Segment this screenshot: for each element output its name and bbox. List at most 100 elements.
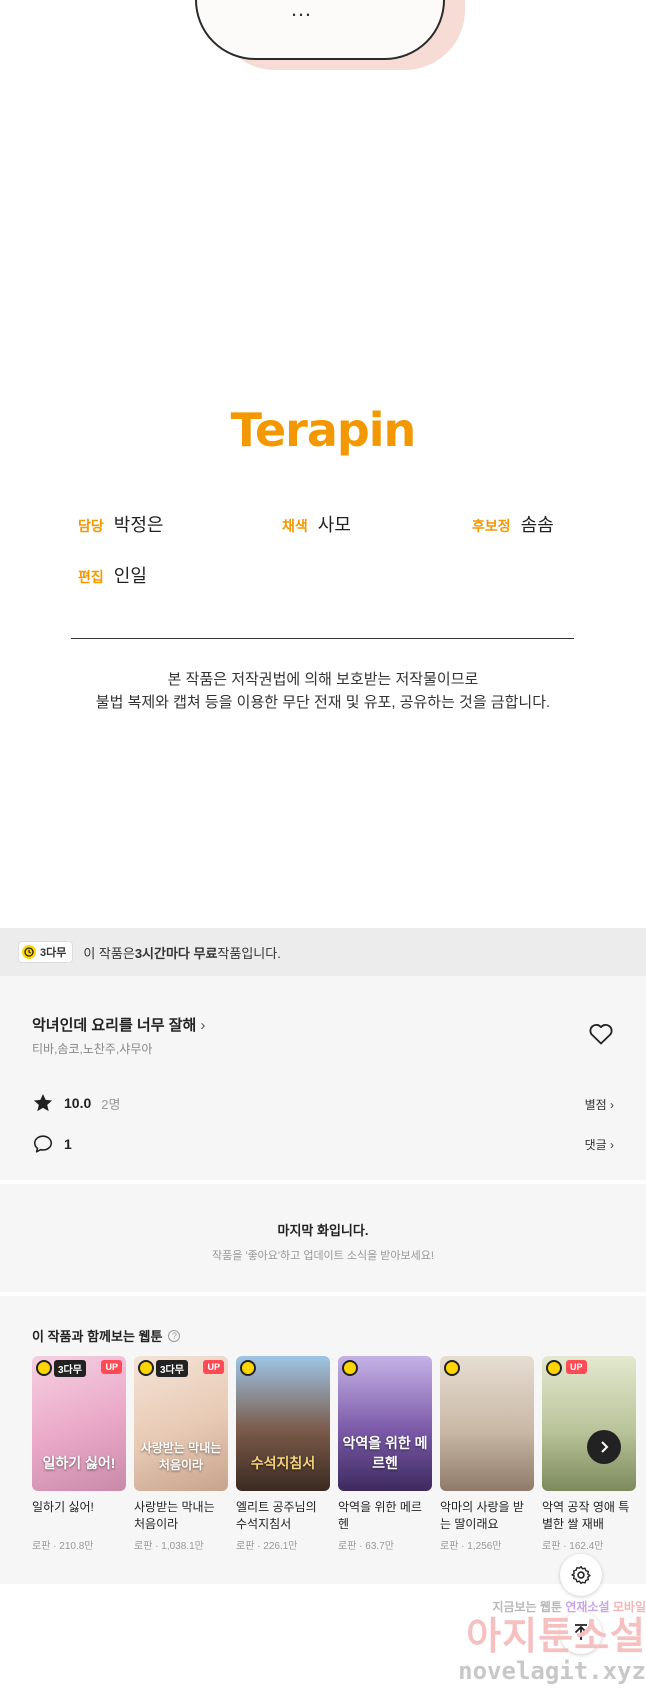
comments-link-label: 댓글	[584, 1138, 607, 1152]
divider	[71, 638, 574, 639]
notice-line: 불법 복제와 캡쳐 등을 이용한 무단 전재 및 유포, 공유하는 것을 금합니…	[95, 694, 551, 711]
credit-key: 후보정	[472, 518, 511, 534]
credit-key: 채색	[282, 518, 308, 534]
credit-value: 솜솜	[520, 515, 554, 535]
terapin-logo: Terapin	[230, 403, 417, 457]
work-title: 악녀인데 요리를 너무 잘해	[32, 1017, 197, 1034]
rating-link-label: 별점	[584, 1098, 607, 1112]
card-thumbnail: 악역을 위한 메르헨	[338, 1356, 432, 1491]
card-free-tag	[546, 1360, 562, 1376]
rating-count: 2명	[101, 1096, 121, 1112]
card-meta: 로판 · 226.1만	[236, 1541, 298, 1552]
card-thumbnail: UP	[542, 1356, 636, 1491]
work-info: 악녀인데 요리를 너무 잘해 › 티바,솜코,노찬주,샤무아 10.0 2명 별점…	[0, 976, 646, 1180]
recommend-list: 3다무 UP 일하기 싫어! 일하기 싫어! 로판 · 210.8만 3다무 U…	[32, 1356, 636, 1552]
star-icon	[33, 1094, 53, 1112]
watermark-line1: 지금보는 웹툰 연재소설 모바일	[420, 1598, 646, 1615]
card-free-label: 3다무	[156, 1360, 188, 1377]
card-free-tag: 3다무	[138, 1360, 188, 1377]
card-free-label: 3다무	[54, 1360, 86, 1377]
gear-icon	[571, 1565, 591, 1585]
comment-row: 1	[32, 1133, 72, 1155]
watermark-line3: novelagit.xyz	[458, 1657, 646, 1685]
watermark-text: 지금보는 웹툰	[492, 1600, 563, 1614]
work-authors: 티바,솜코,노찬주,샤무아	[32, 1042, 153, 1056]
last-episode-notice: 마지막 화입니다. 작품을 '좋아요'하고 업데이트 소식을 받아보세요!	[0, 1180, 646, 1292]
up-badge: UP	[101, 1360, 122, 1374]
card-art-title: 일하기 싫어!	[42, 1455, 116, 1471]
card-meta: 로판 · 162.4만	[542, 1541, 604, 1552]
free-badge-label: 3다무	[40, 947, 67, 959]
credit-editor: 편집 인일	[78, 562, 147, 588]
recommend-card[interactable]: 3다무 UP 사랑받는 막내는 처음이라 사랑받는 막내는 처음이라 로판 · …	[134, 1356, 228, 1552]
recommend-card[interactable]: 악역을 위한 메르헨 악역을 위한 메르헨 로판 · 63.7만	[338, 1356, 432, 1552]
credit-manager: 담당 박정은	[78, 511, 163, 537]
card-meta: 로판 · 210.8만	[32, 1541, 94, 1552]
card-thumbnail	[440, 1356, 534, 1491]
up-badge: UP	[566, 1360, 587, 1374]
carousel-next-button[interactable]	[587, 1430, 621, 1464]
comment-icon	[33, 1135, 53, 1153]
free-badge: 3다무	[18, 941, 74, 963]
watermark-line2: 아지툰소설	[466, 1614, 646, 1658]
chevron-right-icon: ›	[610, 1098, 614, 1112]
credit-key: 담당	[78, 518, 104, 534]
clock-icon	[342, 1360, 358, 1376]
clock-icon	[546, 1360, 562, 1376]
card-title: 사랑받는 막내는 처음이라	[134, 1500, 215, 1531]
recommend-title: 이 작품과 함께보는 웹툰 ?	[32, 1326, 181, 1345]
card-title: 일하기 싫어!	[32, 1500, 94, 1514]
comments-link[interactable]: 댓글 ›	[585, 1136, 614, 1153]
card-free-tag: 3다무	[36, 1360, 86, 1377]
chevron-right-icon: ›	[200, 1017, 206, 1034]
speech-bubble-art: …	[0, 0, 646, 420]
recommend-card[interactable]: 수석지침서 엘리트 공주님의 수석지침서 로판 · 226.1만	[236, 1356, 330, 1552]
recommendations: 이 작품과 함께보는 웹툰 ? 3다무 UP 일하기 싫어! 일하기 싫어! 로…	[0, 1292, 646, 1584]
credit-value: 박정은	[113, 515, 164, 535]
chevron-right-icon	[601, 1441, 609, 1453]
card-thumbnail: 3다무 UP 일하기 싫어!	[32, 1356, 126, 1491]
recommend-card[interactable]: 3다무 UP 일하기 싫어! 일하기 싫어! 로판 · 210.8만	[32, 1356, 126, 1552]
recommend-title-text: 이 작품과 함께보는 웹툰	[32, 1329, 163, 1344]
watermark-text: 모바일	[612, 1600, 646, 1614]
credit-value: 사모	[317, 515, 351, 535]
clock-icon	[138, 1360, 154, 1376]
card-thumbnail: 수석지침서	[236, 1356, 330, 1491]
credit-postprocess: 후보정 솜솜	[472, 511, 554, 537]
card-art-title: 악역을 위한 메르헨	[342, 1435, 428, 1471]
card-thumbnail: 3다무 UP 사랑받는 막내는 처음이라	[134, 1356, 228, 1491]
card-meta: 로판 · 1,256만	[440, 1541, 502, 1552]
help-icon[interactable]: ?	[168, 1329, 181, 1342]
clock-icon	[36, 1360, 52, 1376]
chevron-right-icon: ›	[610, 1138, 614, 1152]
bubble-text: …	[290, 0, 312, 21]
card-art-title: 사랑받는 막내는 처음이라	[140, 1441, 222, 1472]
card-title: 악마의 사랑을 받는 딸이래요	[440, 1500, 524, 1531]
card-title: 악역 공작 영애 특별한 쌀 재배	[542, 1500, 630, 1531]
free-text-bold: 3시간마다 무료	[134, 945, 218, 961]
settings-button[interactable]	[560, 1554, 602, 1596]
card-meta: 로판 · 63.7만	[338, 1541, 394, 1552]
recommend-card[interactable]: 악마의 사랑을 받는 딸이래요 로판 · 1,256만	[440, 1356, 534, 1552]
card-meta: 로판 · 1,038.1만	[134, 1541, 204, 1552]
clock-icon	[444, 1360, 460, 1376]
watermark-text: 연재소설	[565, 1600, 610, 1614]
rating-link[interactable]: 별점 ›	[585, 1096, 614, 1113]
card-art-title: 수석지침서	[250, 1455, 316, 1471]
last-episode-subtitle: 작품을 '좋아요'하고 업데이트 소식을 받아보세요!	[212, 1250, 434, 1262]
speech-bubble	[195, 0, 445, 60]
free-text-post: 작품입니다.	[217, 945, 281, 961]
comment-count: 1	[64, 1136, 72, 1152]
card-free-tag	[444, 1360, 460, 1376]
credit-key: 편집	[78, 569, 104, 585]
credit-coloring: 채색 사모	[282, 511, 351, 537]
heart-icon[interactable]	[588, 1022, 614, 1046]
notice-line: 본 작품은 저작권법에 의해 보호받는 저작물이므로	[167, 671, 479, 688]
card-title: 엘리트 공주님의 수석지침서	[236, 1500, 317, 1531]
last-episode-title: 마지막 화입니다.	[277, 1223, 369, 1238]
work-title-link[interactable]: 악녀인데 요리를 너무 잘해 ›	[32, 1014, 205, 1035]
copyright-notice: 본 작품은 저작권법에 의해 보호받는 저작물이므로 불법 복제와 캡쳐 등을 …	[0, 668, 646, 714]
card-free-tag	[342, 1360, 358, 1376]
credit-value: 인일	[113, 566, 147, 586]
up-badge: UP	[203, 1360, 224, 1374]
